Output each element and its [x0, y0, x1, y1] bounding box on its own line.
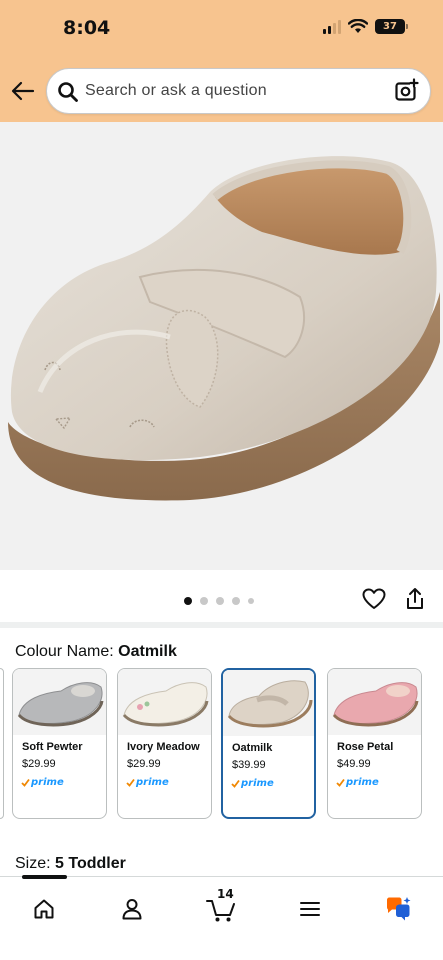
- nav-menu[interactable]: [290, 889, 330, 929]
- home-icon: [34, 899, 54, 919]
- colour-swatch-partial[interactable]: [0, 668, 4, 819]
- size-label: Size:: [15, 855, 51, 872]
- swatch-image: [223, 670, 314, 736]
- search-header: Search or ask a question: [0, 62, 443, 122]
- prime-badge: prime: [231, 778, 274, 789]
- back-button[interactable]: [8, 76, 38, 106]
- status-bar: 8:04 37: [0, 0, 443, 62]
- swatch-image: [13, 669, 106, 735]
- nav-assistant[interactable]: [378, 889, 418, 929]
- rufus-assistant-icon: [387, 897, 411, 921]
- carousel-dot[interactable]: [248, 598, 254, 604]
- cellular-signal-icon: [323, 19, 341, 34]
- nav-home[interactable]: [24, 889, 64, 929]
- search-input[interactable]: Search or ask a question: [46, 68, 431, 114]
- menu-icon: [300, 902, 320, 916]
- selected-size: 5 Toddler: [55, 855, 126, 872]
- section-divider: [0, 622, 443, 628]
- person-icon: [122, 899, 142, 920]
- nav-account[interactable]: [112, 889, 152, 929]
- swatch-name: Rose Petal: [337, 741, 394, 753]
- carousel-dot[interactable]: [232, 597, 240, 605]
- selected-colour: Oatmilk: [118, 643, 177, 660]
- colour-swatch[interactable]: Soft Pewter $29.99 prime: [12, 668, 107, 819]
- active-tab-indicator: [22, 875, 67, 879]
- prime-badge: prime: [21, 777, 64, 788]
- search-placeholder: Search or ask a question: [85, 82, 267, 99]
- swatch-image: [328, 669, 421, 735]
- share-button[interactable]: [404, 587, 426, 616]
- swatch-name: Oatmilk: [232, 742, 273, 754]
- heart-icon: [362, 588, 386, 609]
- shoe-image: [0, 122, 443, 570]
- prime-check-icon: [126, 778, 135, 787]
- battery-icon: 37: [375, 19, 408, 34]
- bottom-nav: 14: [0, 875, 443, 960]
- nav-cart[interactable]: 14: [201, 887, 241, 929]
- share-icon: [407, 588, 423, 609]
- swatch-price: $39.99: [232, 759, 266, 771]
- swatch-price: $29.99: [127, 758, 161, 770]
- wifi-icon: [348, 19, 368, 33]
- carousel-dot[interactable]: [216, 597, 224, 605]
- swatch-price: $49.99: [337, 758, 371, 770]
- product-image[interactable]: [0, 122, 443, 570]
- prime-check-icon: [336, 778, 345, 787]
- colour-swatch-selected[interactable]: Oatmilk $39.99 prime: [221, 668, 316, 819]
- camera-search-icon[interactable]: [394, 78, 420, 104]
- prime-badge: prime: [336, 777, 379, 788]
- prime-check-icon: [21, 778, 30, 787]
- back-arrow-icon: [11, 81, 35, 101]
- battery-level: 37: [383, 21, 397, 32]
- colour-swatch-list: Soft Pewter $29.99 prime Ivory Meadow $2…: [0, 668, 443, 820]
- carousel-dot[interactable]: [184, 597, 192, 605]
- status-icons: 37: [323, 19, 408, 34]
- size-heading: Size: 5 Toddler: [15, 855, 126, 873]
- carousel-dots[interactable]: [184, 597, 254, 605]
- colour-name-heading: Colour Name: Oatmilk: [15, 643, 177, 661]
- prime-check-icon: [231, 779, 240, 788]
- swatch-name: Soft Pewter: [22, 741, 83, 753]
- image-carousel-controls: [0, 570, 443, 622]
- cart-count: 14: [217, 887, 234, 901]
- colour-swatch[interactable]: Ivory Meadow $29.99 prime: [117, 668, 212, 819]
- wishlist-button[interactable]: [362, 588, 386, 615]
- search-icon: [58, 82, 78, 102]
- status-time: 8:04: [63, 17, 111, 39]
- swatch-price: $29.99: [22, 758, 56, 770]
- colour-label: Colour Name:: [15, 643, 114, 660]
- colour-swatch[interactable]: Rose Petal $49.99 prime: [327, 668, 422, 819]
- swatch-name: Ivory Meadow: [127, 741, 200, 753]
- prime-badge: prime: [126, 777, 169, 788]
- carousel-dot[interactable]: [200, 597, 208, 605]
- swatch-image: [118, 669, 211, 735]
